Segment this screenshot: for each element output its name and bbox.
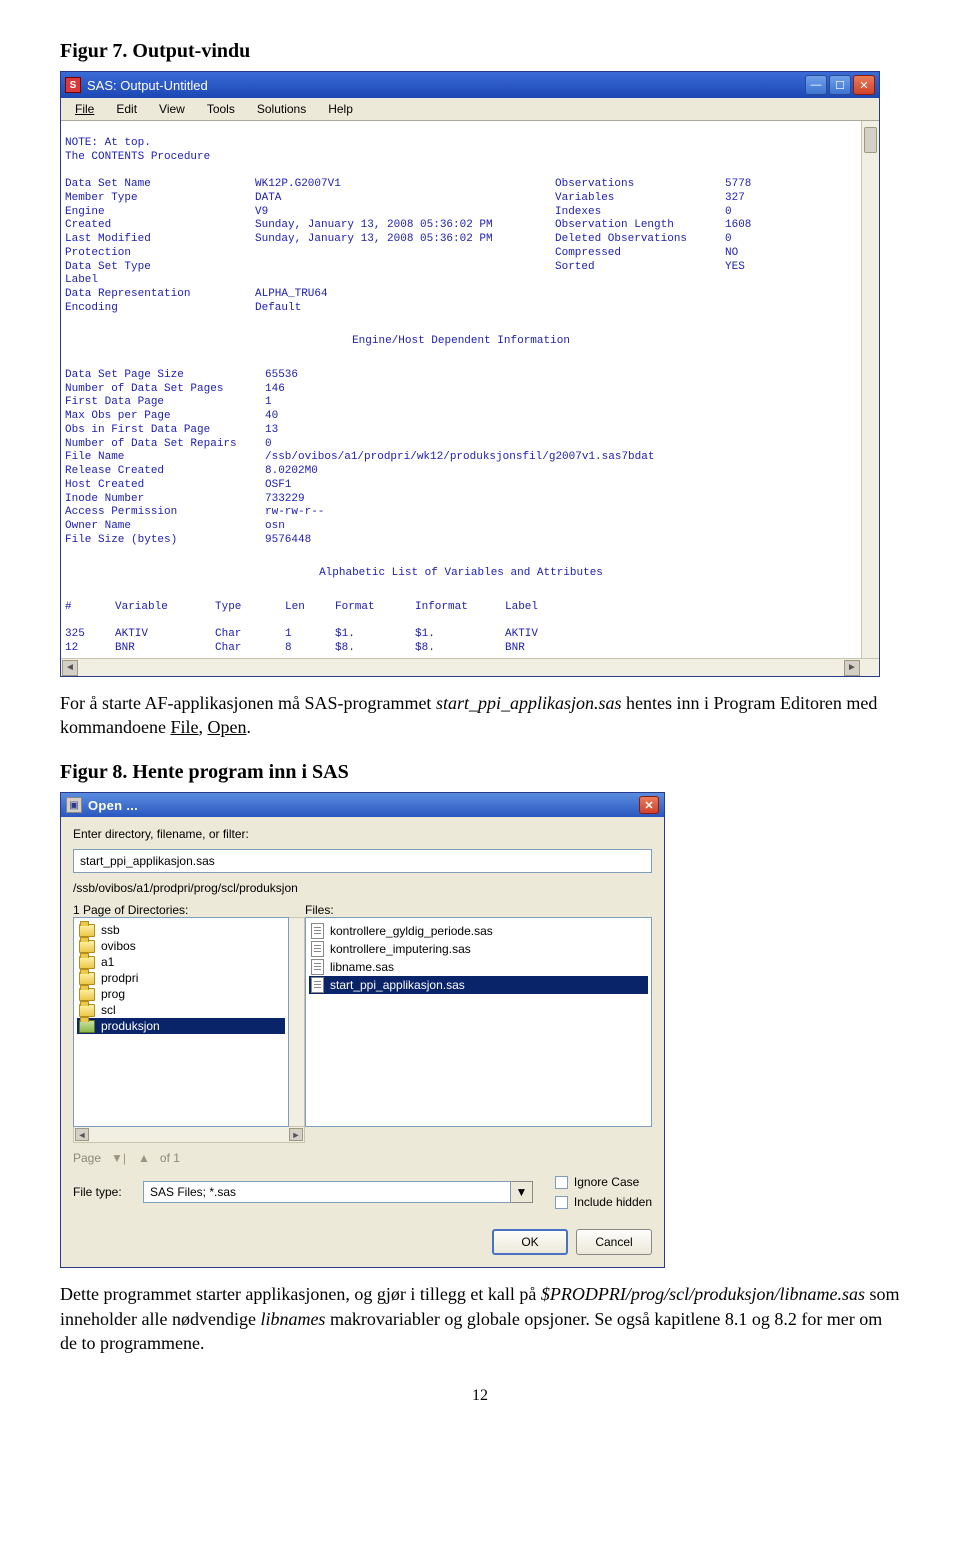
sas-menubar: File Edit View Tools Solutions Help bbox=[61, 98, 879, 121]
directory-item[interactable]: prog bbox=[77, 986, 285, 1002]
folder-icon bbox=[79, 1004, 95, 1017]
folder-icon bbox=[79, 972, 95, 985]
maximize-button[interactable]: ☐ bbox=[829, 75, 851, 95]
paragraph-1: For å starte AF-applikasjonen må SAS-pro… bbox=[60, 691, 900, 740]
file-item[interactable]: kontrollere_gyldig_periode.sas bbox=[309, 922, 648, 940]
ok-button[interactable]: OK bbox=[492, 1229, 568, 1255]
figure-7-title: Figur 7. Output-vindu bbox=[60, 40, 900, 63]
file-icon bbox=[311, 959, 324, 975]
filename-input[interactable] bbox=[73, 849, 652, 873]
folder-icon bbox=[79, 940, 95, 953]
file-item[interactable]: kontrollere_imputering.sas bbox=[309, 940, 648, 958]
file-icon bbox=[311, 923, 324, 939]
open-dialog-icon: ▣ bbox=[66, 797, 82, 813]
sas-app-icon: S bbox=[65, 77, 81, 93]
scroll-left-icon[interactable]: ◄ bbox=[75, 1128, 89, 1141]
menu-view[interactable]: View bbox=[149, 100, 195, 118]
open-dialog-title: Open ... bbox=[88, 798, 639, 813]
folder-open-icon bbox=[79, 1020, 95, 1033]
menu-file[interactable]: File bbox=[65, 100, 104, 118]
current-path: /ssb/ovibos/a1/prodpri/prog/scl/produksj… bbox=[73, 881, 652, 895]
directory-item[interactable]: ssb bbox=[77, 922, 285, 938]
dropdown-arrow-icon[interactable]: ▼ bbox=[511, 1181, 533, 1203]
directory-item[interactable]: a1 bbox=[77, 954, 285, 970]
file-icon bbox=[311, 977, 324, 993]
filter-prompt-label: Enter directory, filename, or filter: bbox=[73, 827, 652, 841]
sas-output-content: NOTE: At top. The CONTENTS Procedure Dat… bbox=[61, 121, 861, 658]
filetype-select[interactable]: SAS Files; *.sas ▼ bbox=[143, 1181, 533, 1203]
page-number: 12 bbox=[60, 1387, 900, 1405]
files-header: Files: bbox=[305, 903, 334, 917]
folder-icon bbox=[79, 956, 95, 969]
directories-header: 1 Page of Directories: bbox=[73, 903, 305, 917]
directory-item[interactable]: ovibos bbox=[77, 938, 285, 954]
menu-solutions[interactable]: Solutions bbox=[247, 100, 316, 118]
folder-icon bbox=[79, 924, 95, 937]
file-item[interactable]: libname.sas bbox=[309, 958, 648, 976]
filetype-label: File type: bbox=[73, 1185, 133, 1199]
open-dialog-titlebar: ▣ Open ... ✕ bbox=[61, 793, 664, 817]
directory-item[interactable]: prodpri bbox=[77, 970, 285, 986]
scroll-right-icon[interactable]: ► bbox=[844, 660, 860, 676]
minimize-button[interactable]: — bbox=[805, 75, 827, 95]
ignore-case-checkbox[interactable]: Ignore Case bbox=[555, 1175, 652, 1189]
scroll-left-icon[interactable]: ◄ bbox=[62, 660, 78, 676]
directory-item-selected[interactable]: produksjon bbox=[77, 1018, 285, 1034]
file-item-selected[interactable]: start_ppi_applikasjon.sas bbox=[309, 976, 648, 994]
menu-edit[interactable]: Edit bbox=[106, 100, 147, 118]
horizontal-scrollbar[interactable]: ◄ ► bbox=[61, 658, 879, 676]
folder-icon bbox=[79, 988, 95, 1001]
file-list[interactable]: kontrollere_gyldig_periode.sas kontrolle… bbox=[305, 917, 652, 1127]
directory-item[interactable]: scl bbox=[77, 1002, 285, 1018]
dir-scrollbar[interactable] bbox=[289, 917, 305, 1127]
dir-hscroll[interactable]: ◄► bbox=[73, 1127, 305, 1143]
sas-titlebar: S SAS: Output-Untitled — ☐ ✕ bbox=[61, 72, 879, 98]
figure-8-title: Figur 8. Hente program inn i SAS bbox=[60, 761, 900, 784]
file-icon bbox=[311, 941, 324, 957]
scroll-right-icon[interactable]: ► bbox=[289, 1128, 303, 1141]
dialog-close-button[interactable]: ✕ bbox=[639, 796, 659, 814]
page-up-icon[interactable]: ▲ bbox=[136, 1151, 152, 1165]
include-hidden-checkbox[interactable]: Include hidden bbox=[555, 1195, 652, 1209]
directory-list[interactable]: ssb ovibos a1 prodpri prog scl produksjo… bbox=[73, 917, 289, 1127]
sas-window-title: SAS: Output-Untitled bbox=[87, 78, 805, 93]
page-first-icon[interactable]: ▼| bbox=[109, 1151, 128, 1165]
page-nav: Page ▼| ▲ of 1 bbox=[73, 1151, 652, 1165]
menu-help[interactable]: Help bbox=[318, 100, 363, 118]
sas-output-window: S SAS: Output-Untitled — ☐ ✕ File Edit V… bbox=[60, 71, 880, 677]
paragraph-2: Dette programmet starter applikasjonen, … bbox=[60, 1282, 900, 1355]
close-button[interactable]: ✕ bbox=[853, 75, 875, 95]
menu-tools[interactable]: Tools bbox=[197, 100, 245, 118]
open-dialog: ▣ Open ... ✕ Enter directory, filename, … bbox=[60, 792, 665, 1268]
vertical-scrollbar[interactable] bbox=[861, 121, 879, 658]
cancel-button[interactable]: Cancel bbox=[576, 1229, 652, 1255]
